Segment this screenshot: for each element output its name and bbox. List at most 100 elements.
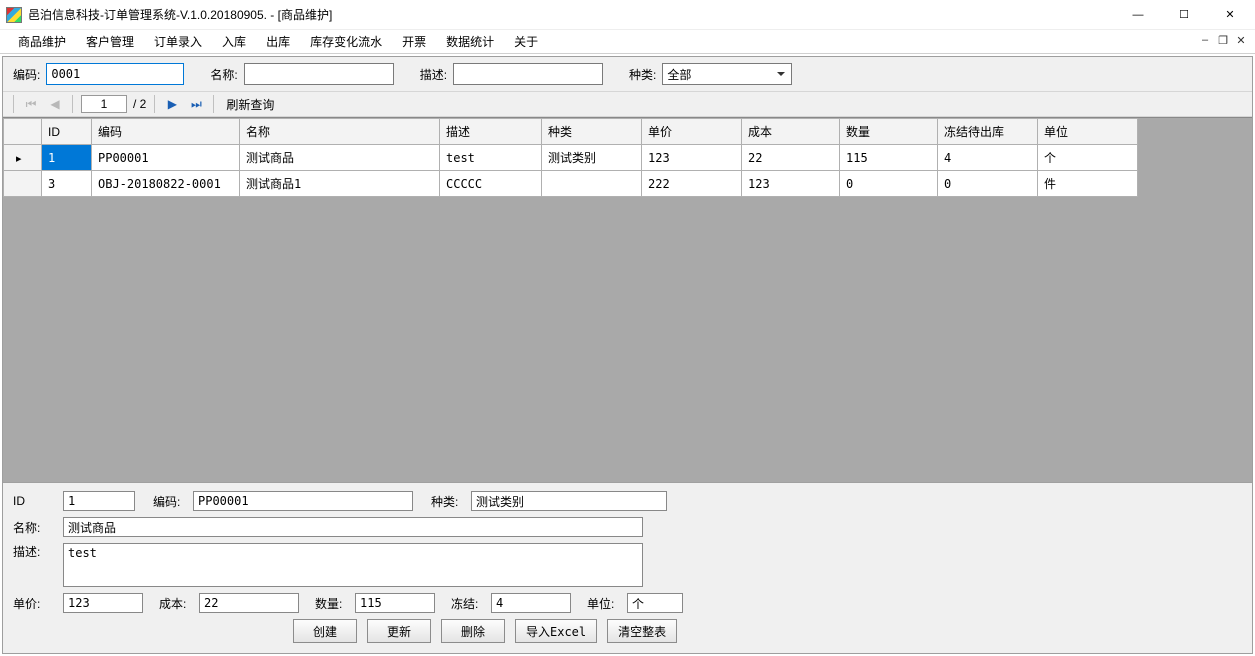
detail-price-input[interactable] [63, 593, 143, 613]
detail-panel: ID 编码: 种类: 名称: 描述: 单价: 成本: 数量: 冻结: 单位: [3, 482, 1252, 653]
pager-first-icon[interactable]: ⏮ [22, 95, 40, 113]
pager-prev-icon[interactable]: ◀ [46, 95, 64, 113]
col-desc[interactable]: 描述 [440, 119, 542, 145]
detail-cost-input[interactable] [199, 593, 299, 613]
col-id[interactable]: ID [42, 119, 92, 145]
col-kind[interactable]: 种类 [542, 119, 642, 145]
filter-code-label: 编码: [13, 66, 40, 83]
col-unit[interactable]: 单位 [1038, 119, 1138, 145]
grid-area: ID 编码 名称 描述 种类 单价 成本 数量 冻结待出库 单位 1PP0000… [3, 117, 1252, 482]
menu-item-invoice[interactable]: 开票 [392, 30, 436, 53]
cell-id[interactable]: 3 [42, 171, 92, 197]
menu-item-order-entry[interactable]: 订单录入 [144, 30, 212, 53]
detail-frozen-input[interactable] [491, 593, 571, 613]
col-code[interactable]: 编码 [92, 119, 240, 145]
menubar: 商品维护 客户管理 订单录入 入库 出库 库存变化流水 开票 数据统计 关于 –… [0, 30, 1255, 54]
maximize-button[interactable]: ☐ [1161, 0, 1207, 30]
detail-name-input[interactable] [63, 517, 643, 537]
clear-table-button[interactable]: 清空整表 [607, 619, 677, 643]
detail-price-label: 单价: [13, 595, 57, 612]
detail-code-input[interactable] [193, 491, 413, 511]
cell-cost[interactable]: 22 [742, 145, 840, 171]
filter-name-input[interactable] [244, 63, 394, 85]
cell-frozen[interactable]: 4 [938, 145, 1038, 171]
col-price[interactable]: 单价 [642, 119, 742, 145]
detail-cost-label: 成本: [159, 595, 193, 612]
import-excel-button[interactable]: 导入Excel [515, 619, 597, 643]
cell-code[interactable]: OBJ-20180822-0001 [92, 171, 240, 197]
col-frozen[interactable]: 冻结待出库 [938, 119, 1038, 145]
cell-price[interactable]: 123 [642, 145, 742, 171]
col-qty[interactable]: 数量 [840, 119, 938, 145]
detail-code-label: 编码: [153, 493, 187, 510]
detail-unit-label: 单位: [587, 595, 621, 612]
cell-kind[interactable] [542, 171, 642, 197]
cell-qty[interactable]: 0 [840, 171, 938, 197]
filter-kind-value: 全部 [667, 66, 691, 83]
row-header[interactable] [4, 171, 42, 197]
detail-qty-input[interactable] [355, 593, 435, 613]
cell-qty[interactable]: 115 [840, 145, 938, 171]
col-name[interactable]: 名称 [240, 119, 440, 145]
pager-row: ⏮ ◀ / 2 ▶ ⏭ 刷新查询 [3, 91, 1252, 117]
menu-item-stock-in[interactable]: 入库 [212, 30, 256, 53]
filter-code-input[interactable] [46, 63, 184, 85]
window-title: 邑泊信息科技-订单管理系统-V.1.0.20180905. - [商品维护] [28, 6, 1115, 23]
table-row[interactable]: 1PP00001测试商品test测试类别123221154个 [4, 145, 1138, 171]
cell-cost[interactable]: 123 [742, 171, 840, 197]
close-button[interactable]: ✕ [1207, 0, 1253, 30]
detail-id-input[interactable] [63, 491, 135, 511]
cell-code[interactable]: PP00001 [92, 145, 240, 171]
cell-desc[interactable]: test [440, 145, 542, 171]
filter-desc-input[interactable] [453, 63, 603, 85]
client-area: 编码: 名称: 描述: 种类: 全部 ⏮ ◀ / 2 ▶ ⏭ 刷新查询 [2, 56, 1253, 654]
detail-id-label: ID [13, 494, 57, 508]
menu-item-about[interactable]: 关于 [504, 30, 548, 53]
cell-unit[interactable]: 个 [1038, 145, 1138, 171]
row-header[interactable] [4, 145, 42, 171]
detail-kind-label: 种类: [431, 493, 465, 510]
pager-current-input[interactable] [81, 95, 127, 113]
cell-name[interactable]: 测试商品1 [240, 171, 440, 197]
data-grid[interactable]: ID 编码 名称 描述 种类 单价 成本 数量 冻结待出库 单位 1PP0000… [3, 118, 1138, 197]
update-button[interactable]: 更新 [367, 619, 431, 643]
detail-name-label: 名称: [13, 519, 57, 536]
menu-item-stats[interactable]: 数据统计 [436, 30, 504, 53]
detail-qty-label: 数量: [315, 595, 349, 612]
create-button[interactable]: 创建 [293, 619, 357, 643]
filter-name-label: 名称: [210, 66, 237, 83]
delete-button[interactable]: 删除 [441, 619, 505, 643]
filter-row: 编码: 名称: 描述: 种类: 全部 [3, 57, 1252, 91]
col-cost[interactable]: 成本 [742, 119, 840, 145]
filter-kind-label: 种类: [629, 66, 656, 83]
mdi-minimize-icon[interactable]: – [1197, 32, 1213, 48]
filter-desc-label: 描述: [420, 66, 447, 83]
detail-desc-textarea[interactable] [63, 543, 643, 587]
cell-id[interactable]: 1 [42, 145, 92, 171]
cell-frozen[interactable]: 0 [938, 171, 1038, 197]
mdi-restore-icon[interactable]: ❐ [1215, 32, 1231, 48]
menu-item-stock-out[interactable]: 出库 [256, 30, 300, 53]
pager-refresh-button[interactable]: 刷新查询 [226, 96, 274, 113]
detail-desc-label: 描述: [13, 543, 57, 560]
cell-price[interactable]: 222 [642, 171, 742, 197]
cell-desc[interactable]: CCCCC [440, 171, 542, 197]
titlebar: 邑泊信息科技-订单管理系统-V.1.0.20180905. - [商品维护] —… [0, 0, 1255, 30]
pager-next-icon[interactable]: ▶ [163, 95, 181, 113]
cell-kind[interactable]: 测试类别 [542, 145, 642, 171]
detail-frozen-label: 冻结: [451, 595, 485, 612]
filter-kind-combo[interactable]: 全部 [662, 63, 792, 85]
grid-header-row: ID 编码 名称 描述 种类 单价 成本 数量 冻结待出库 单位 [4, 119, 1138, 145]
detail-unit-input[interactable] [627, 593, 683, 613]
menu-item-customer[interactable]: 客户管理 [76, 30, 144, 53]
menu-item-product[interactable]: 商品维护 [8, 30, 76, 53]
table-row[interactable]: 3OBJ-20180822-0001测试商品1CCCCC22212300件 [4, 171, 1138, 197]
cell-name[interactable]: 测试商品 [240, 145, 440, 171]
app-icon [6, 7, 22, 23]
detail-kind-input[interactable] [471, 491, 667, 511]
mdi-close-icon[interactable]: ✕ [1233, 32, 1249, 48]
menu-item-inventory-log[interactable]: 库存变化流水 [300, 30, 392, 53]
minimize-button[interactable]: — [1115, 0, 1161, 30]
cell-unit[interactable]: 件 [1038, 171, 1138, 197]
pager-last-icon[interactable]: ⏭ [187, 95, 205, 113]
